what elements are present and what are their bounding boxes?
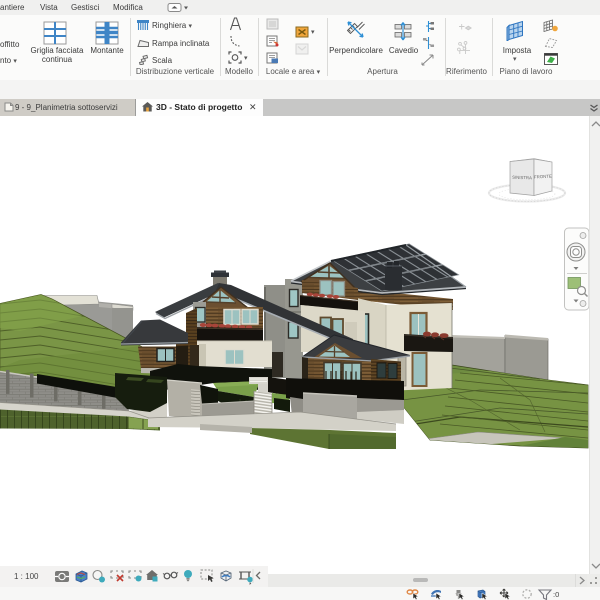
svg-text::0: :0 xyxy=(553,590,559,599)
svg-text:FRONTE: FRONTE xyxy=(534,174,552,180)
svg-text:SINISTRA: SINISTRA xyxy=(512,175,532,181)
